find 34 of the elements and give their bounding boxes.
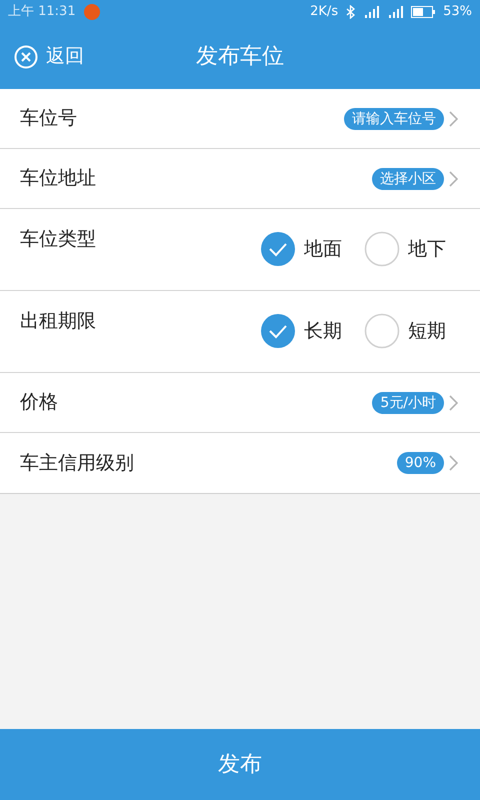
field-label: 车主信用级别 (20, 450, 134, 476)
value-pill[interactable]: 请输入车位号 (344, 108, 444, 130)
status-time: 上午 11:31 (8, 3, 76, 22)
value-pill[interactable]: 5元/小时 (372, 392, 444, 414)
signal-icon (387, 6, 404, 18)
radio-icon (364, 313, 400, 349)
network-speed: 2K/s (310, 3, 338, 22)
close-icon (14, 44, 38, 68)
chevron-right-icon (449, 394, 458, 410)
field-label: 出租期限 (20, 309, 96, 334)
field-label: 车位号 (20, 106, 77, 132)
chevron-right-icon (449, 455, 458, 471)
bluetooth-icon (346, 5, 356, 19)
checked-radio-icon (260, 231, 296, 267)
value-pill[interactable]: 选择小区 (372, 168, 444, 190)
page-title: 发布车位 (196, 43, 284, 71)
field-label: 车位地址 (20, 166, 96, 192)
radio-icon (364, 231, 400, 267)
radio-option[interactable]: 地下 (364, 231, 446, 267)
battery-icon (411, 6, 436, 18)
chevron-right-icon (449, 170, 458, 186)
field-label: 车位类型 (20, 227, 96, 252)
chevron-right-icon (449, 110, 458, 126)
signal-icon (363, 6, 380, 18)
radio-option[interactable]: 短期 (364, 313, 446, 349)
radio-option[interactable]: 地面 (260, 231, 342, 267)
checked-radio-icon (260, 313, 296, 349)
submit-button[interactable]: 发布 (0, 729, 480, 800)
value-pill[interactable]: 90% (396, 452, 444, 474)
battery-percent: 53% (443, 3, 472, 22)
back-button[interactable]: 返回 (14, 24, 84, 89)
radio-option[interactable]: 长期 (260, 313, 342, 349)
field-label: 价格 (20, 390, 58, 416)
notification-icon (84, 4, 100, 20)
